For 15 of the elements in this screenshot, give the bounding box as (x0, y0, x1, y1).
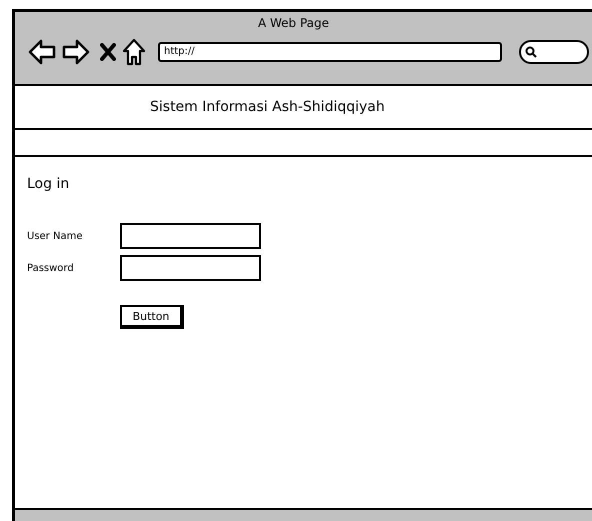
url-field[interactable]: http:// (158, 42, 502, 62)
close-icon[interactable] (100, 43, 116, 61)
submit-button[interactable]: Button (120, 305, 184, 329)
input-field[interactable] (120, 255, 261, 281)
login-heading: Log in (27, 175, 70, 193)
search-field[interactable] (519, 40, 589, 64)
field-label: Password (27, 262, 75, 276)
input-field[interactable] (120, 223, 261, 249)
field-label: User Name (27, 230, 84, 244)
forward-icon[interactable] (62, 39, 90, 65)
window-title: A Web Page (258, 15, 330, 31)
search-icon (525, 46, 537, 58)
home-icon[interactable] (122, 38, 146, 66)
site-title: Sistem Informasi Ash-Shidiqqiyah (150, 98, 385, 116)
back-icon[interactable] (28, 39, 56, 65)
